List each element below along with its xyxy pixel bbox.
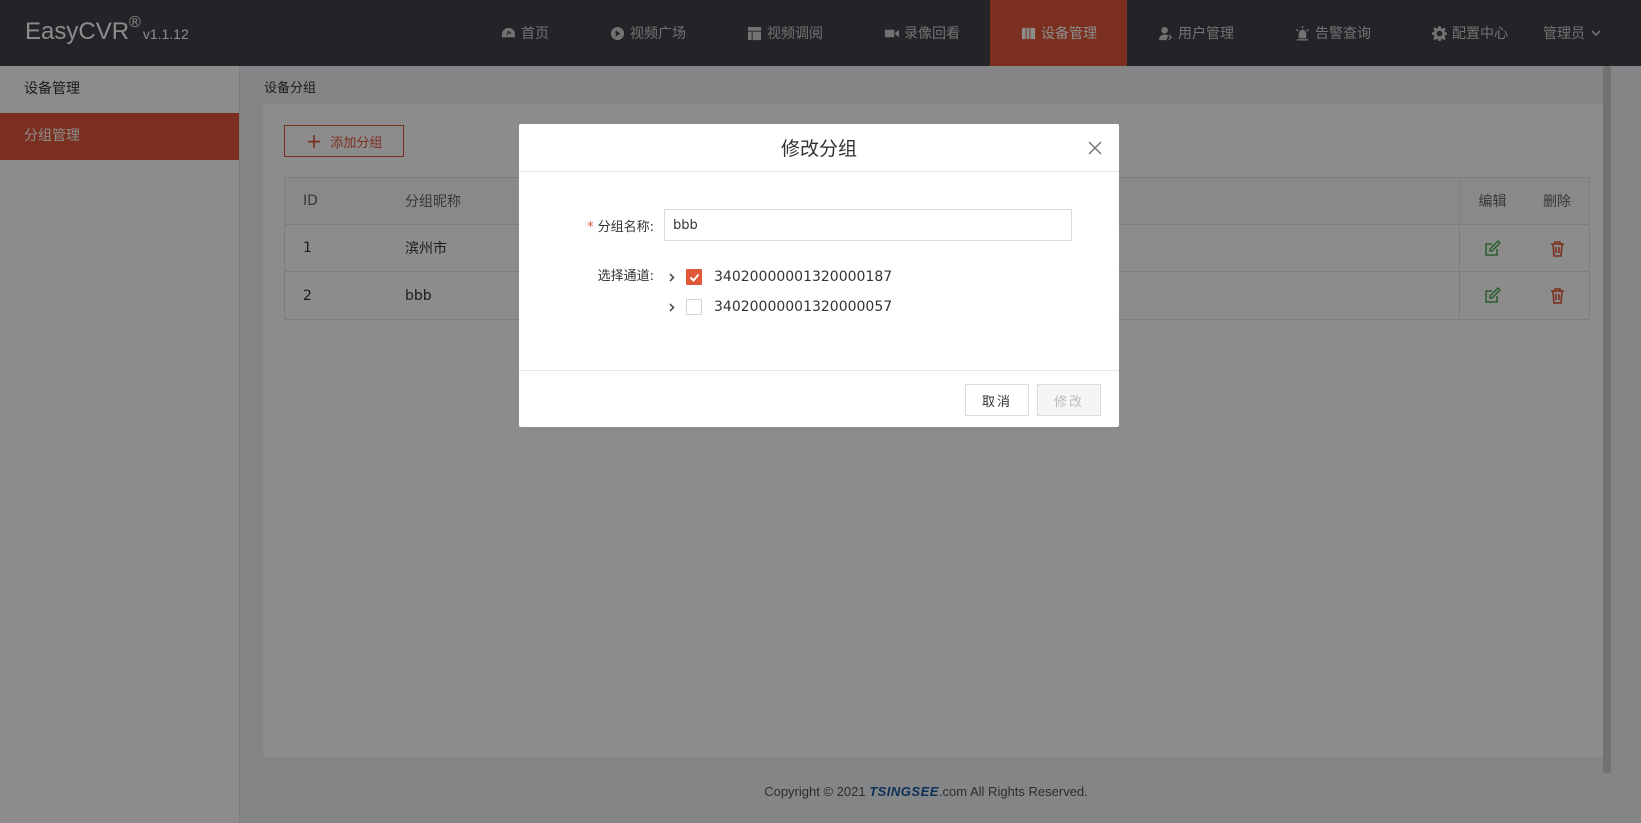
submit-button[interactable]: 修改 — [1037, 384, 1101, 416]
edit-group-modal: 修改分组 *分组名称: 选择通道: 34020000001320000187 3… — [519, 124, 1119, 427]
channel-checkbox[interactable] — [686, 299, 702, 315]
channel-label-text[interactable]: 34020000001320000057 — [714, 299, 892, 315]
modal-footer: 取消 修改 — [519, 370, 1119, 427]
tree-expand-button[interactable] — [664, 300, 678, 314]
chevron-right-icon — [668, 302, 675, 312]
modal-header: 修改分组 — [519, 124, 1119, 172]
modal-title: 修改分组 — [780, 138, 857, 160]
tree-node: 34020000001320000057 — [664, 292, 892, 322]
channel-row: 选择通道: 34020000001320000187 3402000000132… — [519, 262, 892, 322]
check-icon — [689, 273, 699, 282]
channel-label: 选择通道: — [597, 269, 654, 284]
cancel-button[interactable]: 取消 — [965, 384, 1029, 416]
group-name-input[interactable] — [664, 209, 1072, 241]
tree-node: 34020000001320000187 — [664, 262, 892, 292]
close-icon — [1088, 141, 1102, 155]
channel-label-text[interactable]: 34020000001320000187 — [714, 269, 892, 285]
close-button[interactable] — [1087, 140, 1103, 156]
group-name-label: * 分组名称: — [519, 216, 664, 235]
tree-expand-button[interactable] — [664, 270, 678, 284]
channel-tree: 34020000001320000187 3402000000132000005… — [664, 262, 892, 322]
channel-checkbox[interactable] — [686, 269, 702, 285]
group-name-label-text: 分组名称: — [597, 219, 654, 235]
group-name-row: * 分组名称: — [519, 209, 1072, 241]
required-mark: * — [587, 219, 594, 235]
chevron-right-icon — [668, 272, 675, 282]
